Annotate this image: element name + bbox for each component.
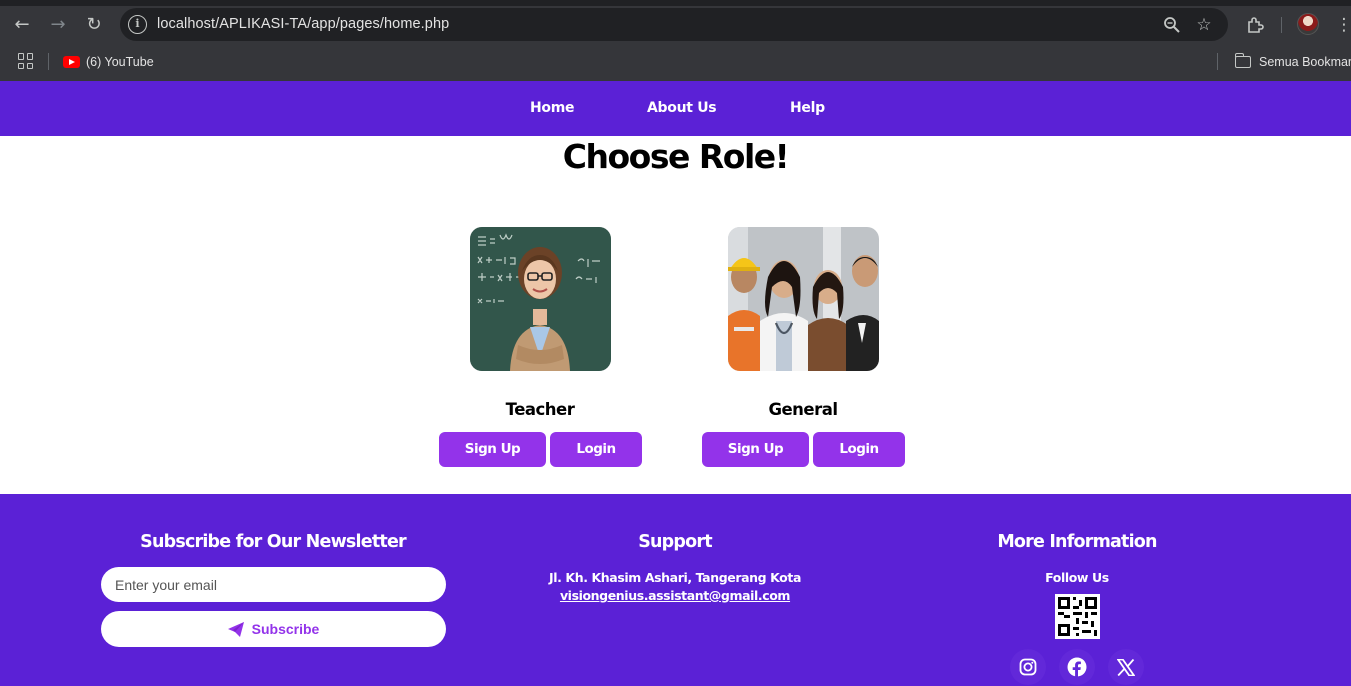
facebook-icon[interactable] (1059, 649, 1095, 685)
nav-about-us[interactable]: About Us (647, 81, 717, 136)
bookmarks-separator (1217, 53, 1218, 70)
folder-icon (1234, 53, 1251, 68)
reload-icon[interactable]: ↻ (81, 13, 107, 37)
newsletter-title: Subscribe for Our Newsletter (140, 532, 407, 552)
general-image (728, 227, 879, 371)
browser-toolbar: ← → ↻ i localhost/APLIKASI-TA/app/pages/… (0, 6, 1351, 44)
nav-home[interactable]: Home (530, 81, 575, 136)
support-title: Support (638, 532, 712, 552)
folder-label: Semua Bookmark (1259, 55, 1351, 69)
bookmark-star-icon[interactable]: ☆ (1192, 13, 1216, 37)
apps-grid-icon[interactable] (18, 53, 34, 69)
bookmarks-folder[interactable]: Semua Bookmark (1234, 51, 1351, 73)
x-icon[interactable] (1108, 649, 1144, 685)
site-footer: Subscribe for Our Newsletter Subscribe S… (0, 494, 1351, 686)
bookmark-youtube[interactable]: (6) YouTube (63, 51, 154, 73)
bookmark-label: (6) YouTube (86, 55, 154, 69)
bookmarks-bar: (6) YouTube Semua Bookmark (0, 44, 1351, 81)
forward-icon[interactable]: → (45, 13, 71, 37)
follow-us-label: Follow Us (1045, 570, 1109, 585)
bookmarks-separator (48, 53, 49, 70)
profile-avatar[interactable] (1297, 13, 1319, 35)
site-info-icon[interactable]: i (128, 15, 147, 34)
page-viewport: Home About Us Help Choose Role! Teacher … (0, 81, 1351, 686)
general-login-button[interactable]: Login (813, 432, 905, 467)
back-icon[interactable]: ← (9, 13, 35, 37)
teacher-login-button[interactable]: Login (550, 432, 642, 467)
zoom-icon[interactable] (1160, 13, 1184, 37)
youtube-icon (63, 56, 80, 68)
page-title: Choose Role! (562, 137, 790, 176)
site-navbar: Home About Us Help (0, 81, 1351, 136)
subscribe-button[interactable]: Subscribe (101, 611, 446, 647)
toolbar-separator (1281, 17, 1282, 33)
menu-icon[interactable]: ⋮ (1331, 13, 1351, 37)
support-email-link[interactable]: visiongenius.assistant@gmail.com (475, 588, 875, 603)
nav-help[interactable]: Help (790, 81, 825, 136)
teacher-image (470, 227, 611, 371)
url-text[interactable]: localhost/APLIKASI-TA/app/pages/home.php (157, 8, 449, 41)
role-name-general: General (768, 400, 838, 419)
extensions-icon[interactable] (1242, 13, 1268, 37)
subscribe-label: Subscribe (251, 621, 320, 637)
support-address: Jl. Kh. Khasim Ashari, Tangerang Kota (549, 570, 801, 585)
teacher-signup-button[interactable]: Sign Up (439, 432, 546, 467)
newsletter-email-input[interactable] (101, 567, 446, 602)
send-icon (227, 621, 244, 637)
general-signup-button[interactable]: Sign Up (702, 432, 809, 467)
more-info-title: More Information (997, 532, 1157, 552)
address-bar[interactable]: i localhost/APLIKASI-TA/app/pages/home.p… (120, 8, 1228, 41)
instagram-icon[interactable] (1010, 649, 1046, 685)
role-name-teacher: Teacher (505, 400, 575, 419)
qr-code (1055, 594, 1100, 639)
